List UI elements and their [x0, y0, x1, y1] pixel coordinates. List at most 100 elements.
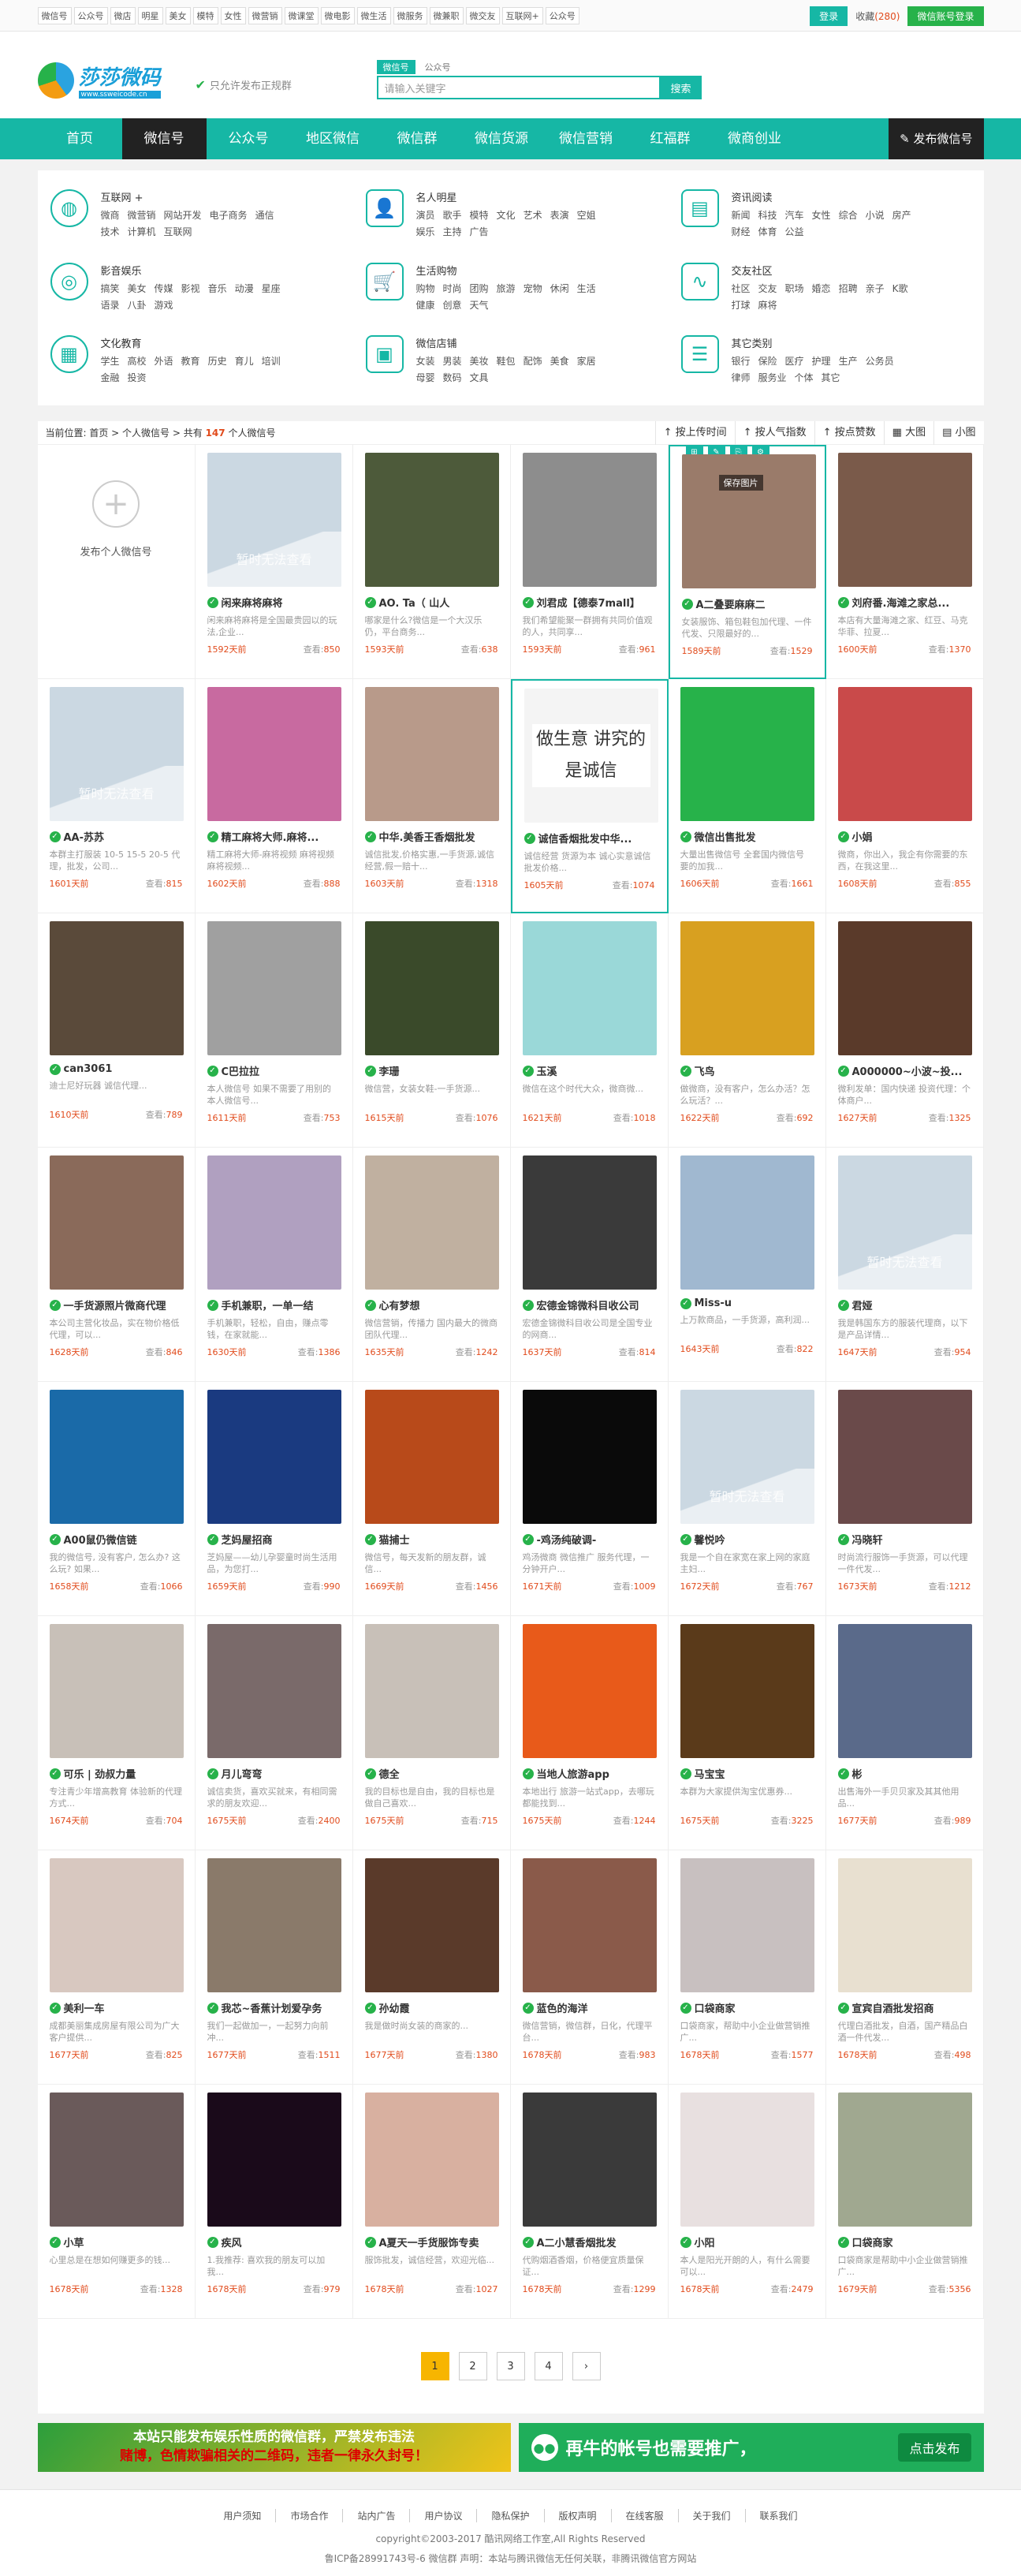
card-avatar[interactable]	[522, 1390, 657, 1524]
card-name-text[interactable]: 小娟	[852, 829, 873, 844]
card-name-text[interactable]: 玉溪	[537, 1063, 557, 1078]
category-link[interactable]: 家居	[577, 354, 596, 368]
card-name[interactable]: ✓ can3061	[49, 1063, 183, 1075]
card-name[interactable]: ✓ 孙幼霞	[364, 2000, 498, 2015]
card-name-text[interactable]: 小草	[64, 2234, 84, 2249]
wechat-card[interactable]: ✓ 玉溪 微信在这个时代大众，微商微... 1621天前 查看:1018	[510, 913, 669, 1148]
card-name[interactable]: ✓ 美利一车	[49, 2000, 183, 2015]
card-name[interactable]: ✓ 月儿弯弯	[207, 1766, 341, 1781]
card-name-text[interactable]: AA-苏苏	[64, 829, 105, 844]
wechat-card[interactable]: 暂时无法查看 ✓ AA-苏苏 本群主打服装 10-5 15-5 20-5 代理，批发，…	[37, 679, 196, 913]
wechat-card[interactable]: ✓ 飞鸟 做微商，没有客户，怎么办活？怎么玩活？... 1622天前 查看:692	[668, 913, 826, 1148]
category-link[interactable]: 网站开发	[164, 208, 202, 222]
card-avatar[interactable]: 暂时无法查看	[680, 1390, 814, 1524]
wechat-card[interactable]: ✓ 疾风 1.我推荐: 喜欢我的朋友可以加我... 1678天前 查看:979	[195, 2085, 353, 2319]
top-link[interactable]: 微信号	[37, 7, 72, 24]
category-link[interactable]: 电子商务	[210, 208, 248, 222]
category-link[interactable]: 男装	[443, 354, 462, 368]
card-name[interactable]: ✓ 德全	[364, 1766, 498, 1781]
sort-option[interactable]: ▦ 大图	[883, 420, 933, 445]
card-avatar[interactable]	[364, 1390, 499, 1524]
card-name[interactable]: ✓ 小草	[49, 2234, 183, 2249]
wechat-card[interactable]: ✓ 刘府番.海滩之家总... 本店有大量海滩之家、红豆、马克华菲、拉夏... 1600…	[825, 445, 984, 679]
card-avatar[interactable]	[522, 1624, 657, 1758]
category-link[interactable]: 购物	[416, 282, 435, 295]
category-link[interactable]: 娱乐	[416, 225, 435, 238]
footer-link[interactable]: 在线客服	[610, 2509, 678, 2522]
category-link[interactable]: 美妆	[470, 354, 489, 368]
category-link[interactable]: 搞笑	[101, 282, 120, 295]
card-name-text[interactable]: 马宝宝	[695, 1766, 725, 1781]
wechat-card[interactable]: ✓ 口袋商家 口袋商家，帮助中小企业做营销推广... 1678天前 查看:1577	[668, 1850, 826, 2085]
category-link[interactable]: 生产	[839, 354, 858, 368]
card-name-text[interactable]: 孙幼霞	[379, 2000, 410, 2015]
category-link[interactable]: 广告	[470, 225, 489, 238]
sort-option[interactable]: ▤ 小图	[933, 420, 983, 445]
top-link[interactable]: 微课堂	[284, 7, 319, 24]
category-title[interactable]: 交友社区	[732, 263, 913, 278]
wechat-card[interactable]: ✓ C巴拉拉 本人微信号 如果不需要了用别的 本人微信号... 1611天前 查看:75…	[195, 913, 353, 1148]
card-name-text[interactable]: Miss-u	[695, 1297, 732, 1309]
sort-option[interactable]: ↑ 按点赞数	[814, 420, 884, 445]
login-button[interactable]: 登录	[810, 6, 848, 26]
wechat-card[interactable]: ✓ 小娟 微商，你出入，我企有你需要的东西，在我这里... 1608天前 查看:855	[825, 679, 984, 913]
card-name-text[interactable]: 馨悦吟	[695, 1532, 725, 1547]
category-title[interactable]: 互联网 +	[101, 189, 282, 204]
card-name[interactable]: ✓ AO. Ta（ 山人	[364, 595, 498, 610]
category-title[interactable]: 资讯阅读	[732, 189, 913, 204]
card-name[interactable]: ✓ 宏德金锦微科目收公司	[522, 1297, 656, 1312]
top-link[interactable]: 互联网+	[501, 7, 543, 24]
category-link[interactable]: 文具	[470, 371, 489, 384]
category-link[interactable]: 鞋包	[497, 354, 516, 368]
card-avatar[interactable]	[680, 687, 814, 821]
card-name[interactable]: ✓ 疾风	[207, 2234, 341, 2249]
card-name[interactable]: ✓ AA-苏苏	[49, 829, 183, 844]
category-link[interactable]: 生活	[577, 282, 596, 295]
category-link[interactable]: 律师	[732, 371, 751, 384]
category-link[interactable]: 旅游	[497, 282, 516, 295]
card-name-text[interactable]: 精工麻将大师.麻将...	[222, 829, 319, 844]
search-tab-wechat[interactable]: 微信号	[376, 60, 415, 74]
wechat-card[interactable]: ✓ can3061 迪士尼好玩器 诚信代理... 1610天前 查看:789	[37, 913, 196, 1148]
card-name[interactable]: ✓ 马宝宝	[680, 1766, 814, 1781]
wechat-card[interactable]: ✓ A夏天一手货服饰专卖 服饰批发，诚信经营，欢迎光临... 1678天前 查看:102…	[352, 2085, 511, 2319]
wechat-card[interactable]: ✓ 手机兼职，一单一结 手机兼职，轻松，自由，赚点零钱，在家就能... 1630天前 查…	[195, 1148, 353, 1382]
wechat-card[interactable]: ✓ Miss-u 上万款商品，一手货源，高利润... 1643天前 查看:822	[668, 1148, 826, 1382]
card-name-text[interactable]: 李珊	[379, 1063, 400, 1078]
card-avatar[interactable]: 做生意 讲究的是诚信	[524, 689, 658, 823]
card-name-text[interactable]: 手机兼职，一单一结	[222, 1297, 314, 1312]
category-link[interactable]: 服务业	[758, 371, 787, 384]
category-link[interactable]: 技术	[101, 225, 120, 238]
search-input[interactable]: 请输入关键字	[376, 76, 661, 99]
wechat-card[interactable]: 暂时无法查看 ✓ 馨悦吟 我是一个自在家宽在家上网的家庭主妇... 1672天前 查看:7…	[668, 1382, 826, 1616]
card-avatar[interactable]	[364, 687, 499, 821]
category-link[interactable]: 保险	[758, 354, 777, 368]
wechat-card[interactable]: ✓ 微信出售批发 大量出售微信号 全套国内微信号 要的加我... 1606天前 查看:1…	[668, 679, 826, 913]
wechat-card[interactable]: ✓ 宏德金锦微科目收公司 宏德金锦微科目收公司是全国专业的网商... 1637天前 查看…	[510, 1148, 669, 1382]
category-link[interactable]: 职场	[785, 282, 804, 295]
category-title[interactable]: 文化教育	[101, 335, 282, 350]
top-link[interactable]: 微兼职	[429, 7, 464, 24]
card-name-text[interactable]: 彬	[852, 1766, 863, 1781]
top-link[interactable]: 微交友	[465, 7, 500, 24]
wechat-card[interactable]: ✓ 口袋商家 口袋商家是帮助中小企业做营销推广... 1679天前 查看:5356	[825, 2085, 984, 2319]
card-name[interactable]: ✓ 口袋商家	[680, 2000, 814, 2015]
card-name-text[interactable]: 月儿弯弯	[222, 1766, 263, 1781]
category-link[interactable]: 体育	[758, 225, 777, 238]
category-link[interactable]: 艺术	[524, 208, 542, 222]
card-avatar[interactable]	[680, 1624, 814, 1758]
wechat-card[interactable]: ✓ 芝妈屋招商 芝妈屋——幼儿孕婴童时尚生活用品，为您打... 1659天前 查看:99…	[195, 1382, 353, 1616]
card-name-text[interactable]: AO. Ta（ 山人	[379, 595, 450, 610]
wechat-card[interactable]: ✓ 马宝宝 本群为大家提供淘宝优惠券... 1675天前 查看:3225	[668, 1616, 826, 1850]
card-name-text[interactable]: 中华.美香王香烟批发	[379, 829, 475, 844]
wechat-card[interactable]: ✓ 冯晓轩 时尚流行服饰一手货源，可以代理一件代发... 1673天前 查看:1212	[825, 1382, 984, 1616]
category-link[interactable]: 社区	[732, 282, 751, 295]
card-avatar[interactable]	[364, 921, 499, 1055]
top-link[interactable]: 微电影	[320, 7, 355, 24]
card-avatar[interactable]	[522, 1155, 657, 1290]
wechat-card[interactable]: ✓ 心有梦想 微信营销，传播力 国内最大的微商团队代理... 1635天前 查看:124…	[352, 1148, 511, 1382]
category-link[interactable]: 游戏	[155, 298, 173, 312]
search-tab-official[interactable]: 公众号	[419, 60, 457, 74]
category-link[interactable]: 模特	[470, 208, 489, 222]
wechat-card[interactable]: ✓ 李珊 微信营，女装女鞋-一手货源... 1615天前 查看:1076	[352, 913, 511, 1148]
